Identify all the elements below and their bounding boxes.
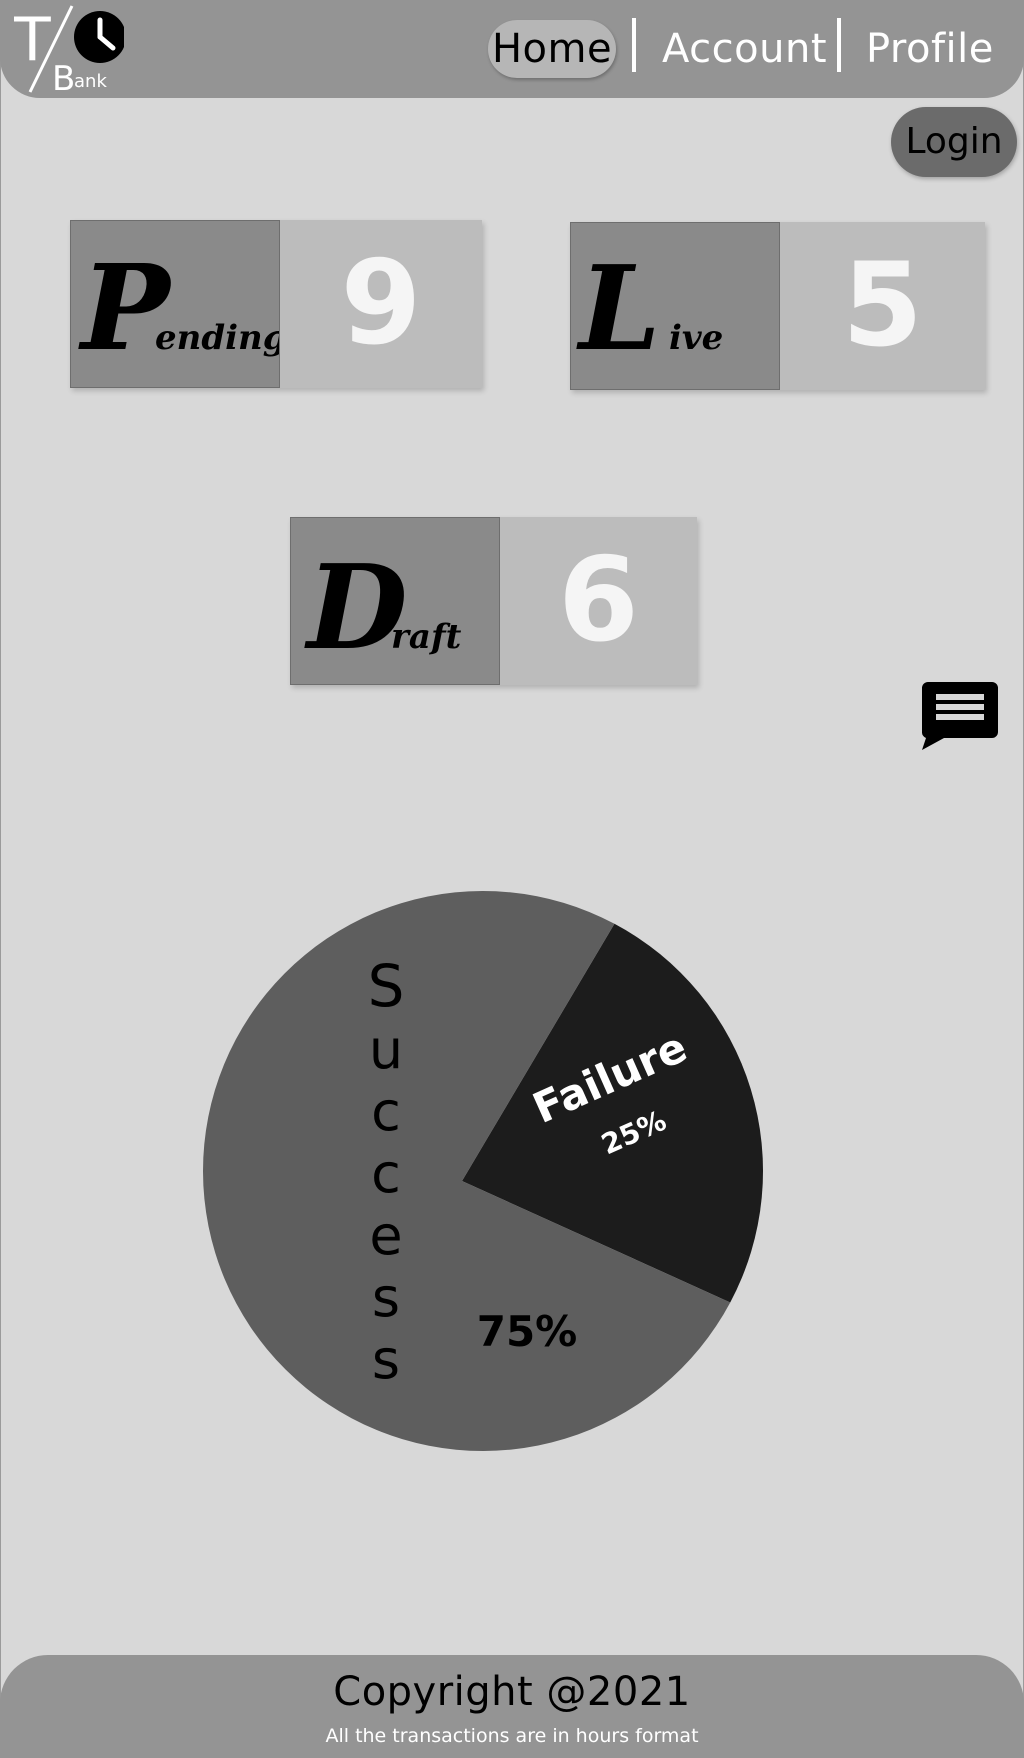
pie-label-success-letter: e [369,1204,402,1267]
pie-label-success: Success [368,952,405,1391]
pie-label-success-letter: c [371,1142,401,1205]
logo-letter-t: T [14,5,51,75]
bank-logo[interactable]: T B ank [13,4,126,99]
pending-wordmark: P ending [78,238,287,377]
main-nav: Home Account Profile [480,16,1020,78]
footer-note: All the transactions are in hours format [325,1725,699,1747]
draft-label-tile: D raft [290,517,500,685]
nav-divider [632,18,636,72]
pie-value-success: 75% [477,1307,578,1356]
login-button[interactable]: Login [891,107,1017,177]
nav-profile-link[interactable]: Profile [866,20,994,78]
nav-home-button[interactable]: Home [488,20,616,78]
pie-label-success-letter: s [372,1328,400,1391]
copyright-text: Copyright @2021 [333,1669,691,1715]
clock-logo-icon: T B ank [13,5,126,99]
top-header: T B ank Home Account Profile [0,0,1024,99]
transactions-pie-chart: Su c c e s s 75% Failure 25% [200,888,766,1454]
draft-wordmark: D raft [304,540,462,676]
pending-rest: ending [155,318,279,358]
pie-svg: Success 75%Failure25% [203,891,763,1451]
pending-count: 9 [280,220,482,388]
logo-suffix: ank [74,71,107,92]
live-rest: ive [669,318,723,358]
live-initial: L [576,241,661,377]
live-card[interactable]: L ive 5 [570,222,985,390]
pie-label-success-letter: u [369,1018,403,1081]
chat-bubble-icon[interactable] [921,682,998,750]
nav-account-link[interactable]: Account [662,20,827,78]
pie-label-success-letter: S [368,952,405,1020]
pending-card[interactable]: P ending 9 [70,220,482,388]
nav-divider [837,18,841,72]
draft-count: 6 [500,517,697,685]
live-wordmark: L ive [576,241,723,377]
draft-rest: raft [391,617,462,657]
draft-card[interactable]: D raft 6 [290,517,697,685]
page-footer: Copyright @2021 All the transactions are… [0,1655,1024,1758]
live-label-tile: L ive [570,222,780,390]
live-count: 5 [780,222,985,390]
pie-label-success-letter: c [371,1080,401,1143]
pending-label-tile: P ending [70,220,287,388]
pie-label-success-letter: s [372,1266,400,1329]
logo-letter-b: B [52,59,75,94]
